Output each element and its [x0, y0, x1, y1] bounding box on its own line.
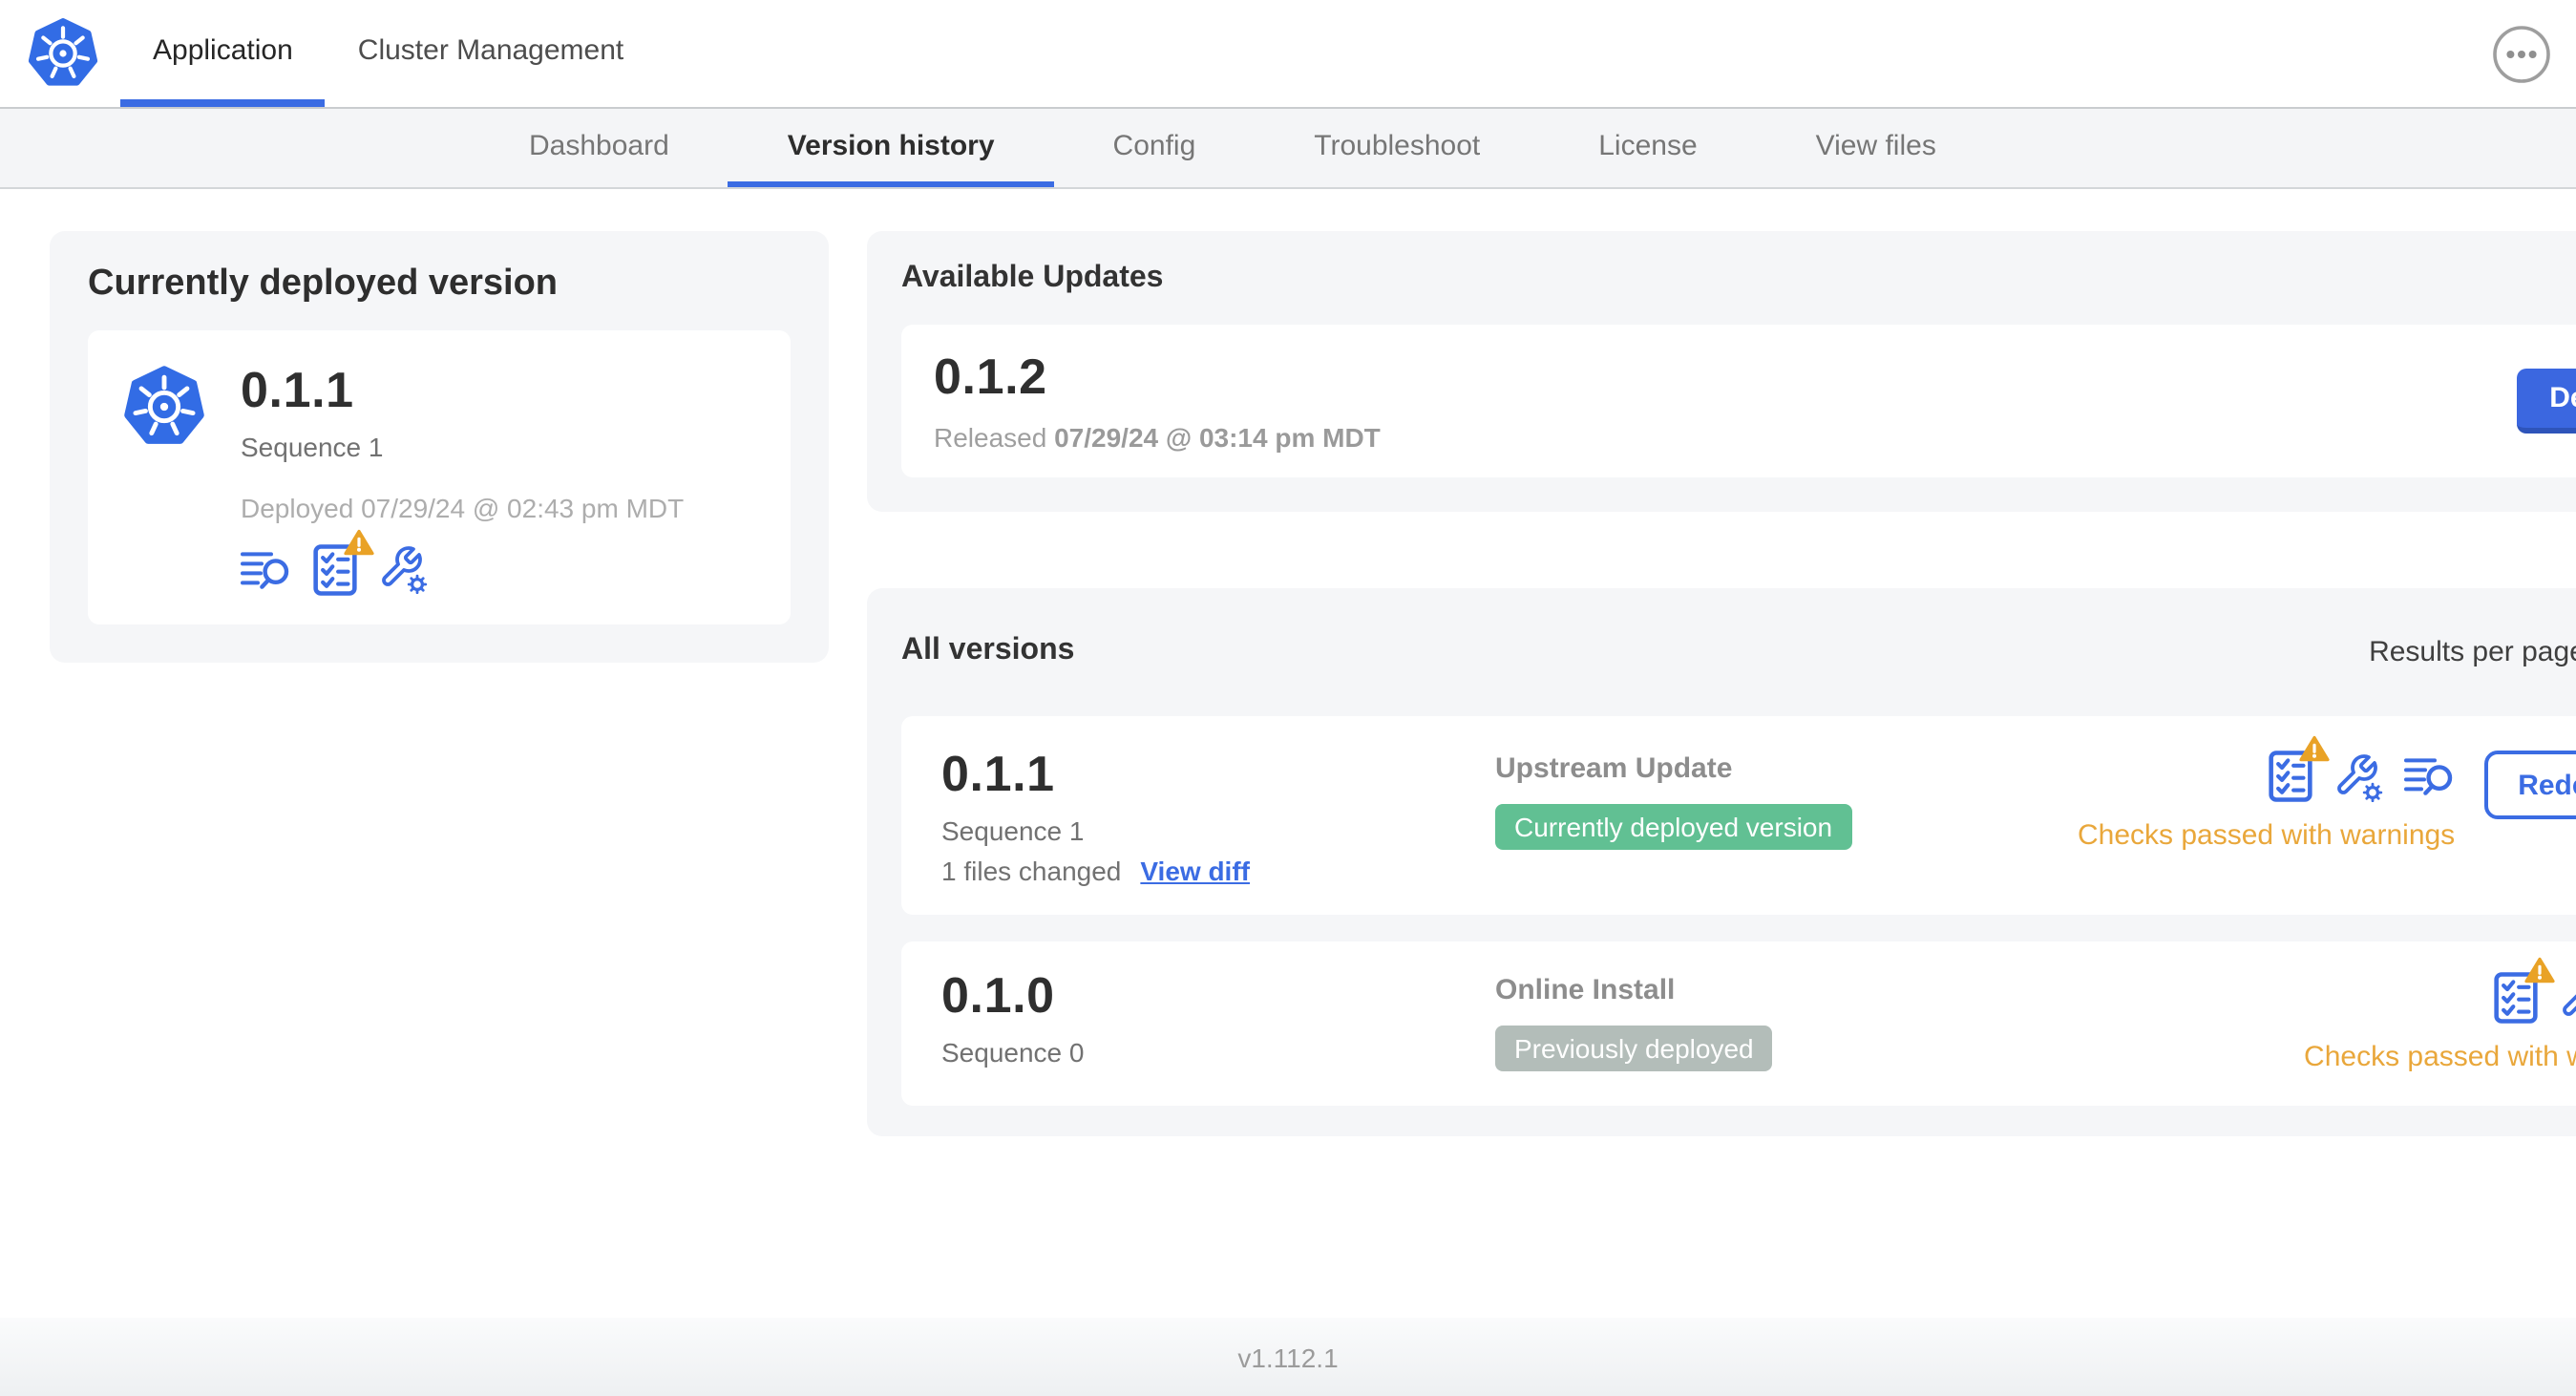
row-source-label: Online Install: [1495, 974, 1676, 1006]
row-version-number: 0.1.0: [941, 966, 1055, 1024]
top-tabs: Application Cluster Management: [120, 0, 656, 107]
checks-status-text: Checks passed with warnings: [2078, 819, 2456, 852]
available-update-card: 0.1.2 Released 07/29/24 @ 03:14 pm MDT D…: [901, 325, 2576, 477]
view-diff-link[interactable]: View diff: [1140, 855, 1250, 885]
overflow-menu-icon: [2493, 25, 2550, 82]
subnav-item-troubleshoot[interactable]: Troubleshoot: [1255, 109, 1539, 187]
diff-lines-magnifier-icon[interactable]: [2403, 754, 2455, 798]
kubernetes-logo: [27, 15, 99, 92]
subnav-item-dashboard[interactable]: Dashboard: [470, 109, 728, 187]
row-files-changed: 1 files changed View diff: [941, 855, 1495, 885]
kubernetes-app-icon: [122, 363, 206, 595]
tab-application[interactable]: Application: [120, 0, 326, 107]
subnav-item-version-history[interactable]: Version history: [728, 109, 1054, 187]
status-badge: Currently deployed version: [1495, 804, 1852, 850]
version-row-2-actions: Checks passed with warnings: [2304, 957, 2576, 1083]
app-footer: v1.112.1: [0, 1318, 2576, 1396]
subnav-item-license[interactable]: License: [1539, 109, 1756, 187]
current-version-number: 0.1.1: [241, 361, 354, 418]
version-row-2-info: 0.1.0 Sequence 0: [941, 968, 1495, 1083]
kubernetes-logo-icon: [28, 18, 98, 86]
config-wrench-gear-icon[interactable]: [2559, 973, 2576, 1023]
all-versions-panel: All versions Results per page: 20 0.1.1: [867, 588, 2576, 1136]
available-update-info: 0.1.2 Released 07/29/24 @ 03:14 pm MDT: [934, 349, 1381, 452]
version-row-2: 0.1.0 Sequence 0 Online Install Previous…: [901, 941, 2576, 1106]
version-row-1: 0.1.1 Sequence 1 1 files changed View di…: [901, 716, 2576, 915]
app-header: Application Cluster Management: [0, 0, 2576, 109]
overflow-menu-button[interactable]: [2492, 24, 2551, 83]
main-content: Currently deployed version 0.1.1 Sequenc…: [0, 189, 2576, 1318]
console-version: v1.112.1: [1237, 1342, 1339, 1372]
files-changed-label: 1 files changed: [941, 855, 1122, 886]
subnav-label-license: License: [1598, 129, 1698, 161]
row-version-number: 0.1.1: [941, 745, 1055, 802]
preflight-checklist-icon[interactable]: [2268, 735, 2329, 802]
subnav-item-config[interactable]: Config: [1054, 109, 1256, 187]
status-badge: Previously deployed: [1495, 1026, 1773, 1071]
row-sequence: Sequence 1: [941, 814, 1085, 846]
row-sequence: Sequence 0: [941, 1036, 1085, 1068]
version-row-1-info: 0.1.1 Sequence 1 1 files changed View di…: [941, 747, 1495, 892]
released-prefix: Released: [934, 421, 1047, 453]
checks-status-text: Checks passed with warnings: [2304, 1041, 2576, 1073]
current-version-info: 0.1.1 Sequence 1 Deployed 07/29/24 @ 02:…: [241, 363, 684, 595]
subnav-label-config: Config: [1112, 129, 1196, 161]
current-version-actions: [241, 528, 684, 595]
subnav-label-dashboard: Dashboard: [529, 129, 669, 161]
tab-cluster-management-label: Cluster Management: [357, 33, 624, 66]
subnav-label-troubleshoot: Troubleshoot: [1314, 129, 1481, 161]
released-date: 07/29/24 @ 03:14 pm MDT: [1054, 421, 1381, 453]
available-update-released: Released 07/29/24 @ 03:14 pm MDT: [934, 422, 1381, 453]
available-update-version: 0.1.2: [934, 348, 1047, 406]
admin-console: Application Cluster Management Dashboard…: [0, 0, 2576, 1396]
tab-cluster-management[interactable]: Cluster Management: [326, 0, 656, 107]
app-subnav: Dashboard Version history Config Trouble…: [0, 109, 2576, 189]
current-version-panel: Currently deployed version 0.1.1 Sequenc…: [50, 231, 829, 663]
checks-column: Checks passed with warnings: [2304, 957, 2576, 1073]
right-column: Available Updates 0.1.2 Released 07/29/2…: [867, 231, 2576, 1136]
version-row-1-source: Upstream Update Currently deployed versi…: [1495, 747, 2078, 892]
preflight-checklist-icon[interactable]: [2494, 957, 2555, 1024]
current-version-title: Currently deployed version: [88, 264, 559, 304]
version-row-2-source: Online Install Previously deployed: [1495, 968, 2078, 1083]
row-source-label: Upstream Update: [1495, 752, 1733, 785]
subnav-label-version-history: Version history: [787, 129, 995, 161]
config-wrench-gear-icon[interactable]: [378, 544, 428, 595]
version-row-1-actions: Checks passed with warnings Redeploy: [2078, 735, 2576, 892]
subnav-label-view-files: View files: [1815, 129, 1936, 161]
subnav-item-view-files[interactable]: View files: [1757, 109, 1995, 187]
all-versions-title: All versions: [901, 634, 1075, 666]
checks-column: Checks passed with warnings: [2078, 735, 2456, 852]
results-per-page: Results per page: 20: [2369, 619, 2576, 684]
preflight-checklist-icon[interactable]: [313, 528, 374, 595]
diff-lines-magnifier-icon[interactable]: [241, 547, 292, 591]
available-updates-title: Available Updates: [901, 262, 1164, 294]
row-action-icons: [2268, 735, 2455, 802]
current-version-deployed-date: Deployed 07/29/24 @ 02:43 pm MDT: [241, 492, 685, 523]
all-versions-header: All versions Results per page: 20: [901, 619, 2576, 684]
redeploy-button[interactable]: Redeploy: [2483, 751, 2576, 819]
config-wrench-gear-icon[interactable]: [2333, 751, 2382, 801]
tab-application-label: Application: [153, 33, 293, 66]
version-rows: 0.1.1 Sequence 1 1 files changed View di…: [901, 716, 2576, 1106]
results-per-page-label: Results per page:: [2369, 635, 2576, 667]
available-updates-panel: Available Updates 0.1.2 Released 07/29/2…: [867, 231, 2576, 512]
row-action-icons: [2494, 957, 2576, 1024]
deploy-button[interactable]: Deploy: [2517, 369, 2576, 434]
current-version-sequence: Sequence 1: [241, 431, 384, 462]
current-version-card: 0.1.1 Sequence 1 Deployed 07/29/24 @ 02:…: [88, 330, 791, 624]
